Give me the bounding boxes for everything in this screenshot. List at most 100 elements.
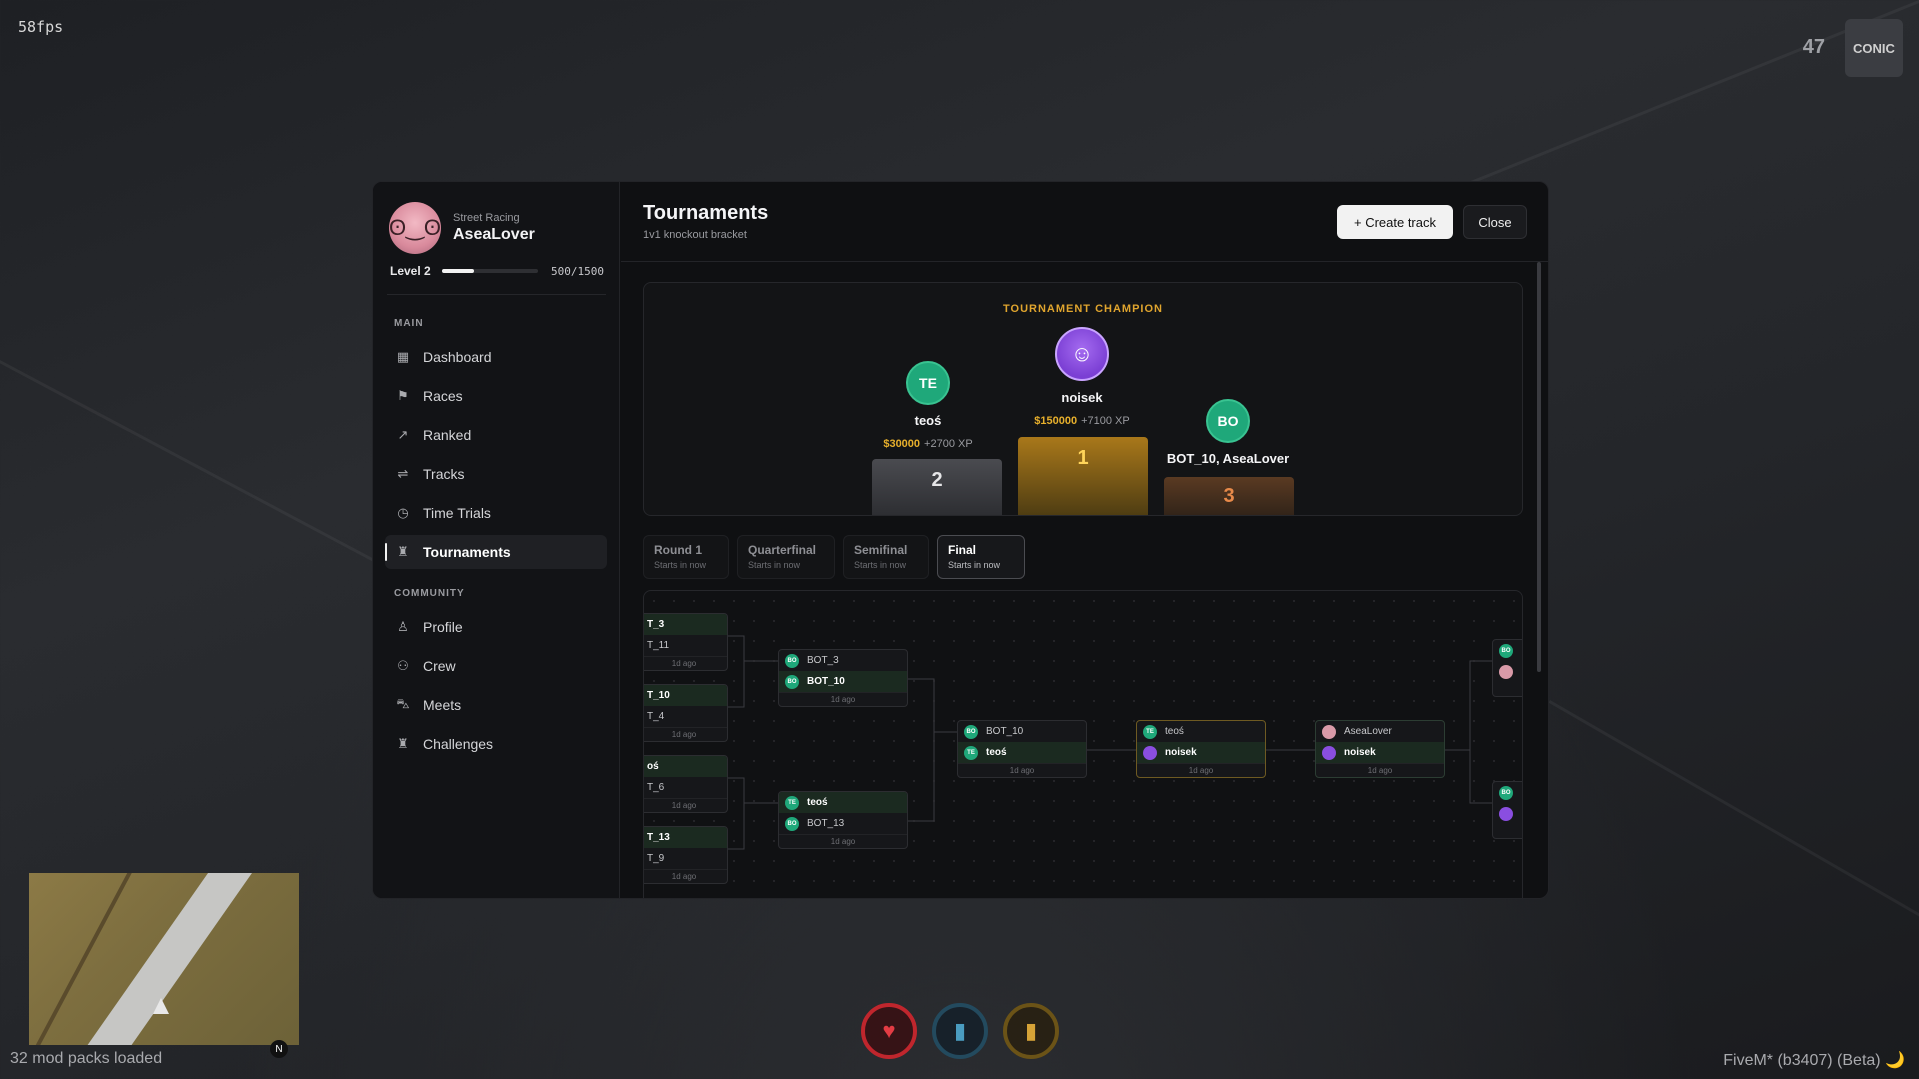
match-slot: BO BOT_10 bbox=[779, 671, 907, 692]
sidebar-item-label: Challenges bbox=[423, 736, 494, 752]
client-version: FiveM* (b3407) (Beta) 🌙 bbox=[1723, 1052, 1905, 1069]
player-avatar-icon bbox=[1499, 664, 1513, 679]
player-name: BOT_10 bbox=[807, 676, 845, 687]
sidebar-item-label: Dashboard bbox=[423, 349, 492, 365]
player-avatar-icon bbox=[1143, 745, 1157, 760]
xp-progress-bar bbox=[442, 269, 538, 273]
sidebar-item-races[interactable]: ⚑ Races bbox=[385, 379, 607, 413]
player-name: BOT_3 bbox=[807, 655, 839, 666]
bot-avatar-icon: BO bbox=[785, 816, 799, 831]
bot-avatar-icon: BO bbox=[785, 674, 799, 689]
sidebar-item-label: Crew bbox=[423, 658, 456, 674]
tab-semifinal[interactable]: Semifinal Starts in now bbox=[843, 535, 929, 579]
bot-avatar-icon: BO bbox=[1499, 643, 1513, 658]
champion-title: TOURNAMENT CHAMPION bbox=[1003, 303, 1163, 315]
sidebar-item-ranked[interactable]: ↗ Ranked bbox=[385, 418, 607, 452]
match-slot: TE teoś bbox=[1137, 721, 1265, 742]
player-avatar-icon bbox=[1322, 724, 1336, 739]
tab-time: Starts in now bbox=[654, 560, 707, 570]
level-row: Level 2 500/1500 bbox=[390, 264, 604, 278]
bot-avatar-icon: BO bbox=[964, 724, 978, 739]
sidebar-item-label: Races bbox=[423, 388, 463, 404]
sidebar-item-profile[interactable]: ♙ Profile bbox=[385, 610, 607, 644]
racing-app-panel: ʘ‿ʘ Street Racing AseaLover Level 2 500/… bbox=[372, 181, 1549, 899]
tab-final[interactable]: Final Starts in now bbox=[937, 535, 1025, 579]
sidebar-item-label: Tracks bbox=[423, 466, 465, 482]
user-icon: ♙ bbox=[397, 619, 409, 634]
sidebar-item-tournaments[interactable]: ♜ Tournaments bbox=[385, 535, 607, 569]
player-name: teoś bbox=[1165, 726, 1184, 737]
match-time: 1d ago bbox=[644, 656, 727, 670]
tab-label: Round 1 bbox=[654, 543, 702, 557]
sidebar-item-time-trials[interactable]: ◷ Time Trials bbox=[385, 496, 607, 530]
sidebar-item-label: Meets bbox=[423, 697, 462, 713]
match-right-2[interactable]: BO bbox=[1492, 781, 1522, 839]
match-qf-2[interactable]: TE teoś BO BOT_13 1d ago bbox=[778, 791, 908, 849]
trend-icon: ↗ bbox=[397, 427, 409, 442]
match-r1-3[interactable]: oś T_6 1d ago bbox=[644, 755, 728, 813]
server-logo: CONIC bbox=[1845, 19, 1903, 77]
page-header: Tournaments 1v1 knockout bracket + Creat… bbox=[621, 182, 1548, 262]
sidebar-item-challenges[interactable]: ♜ Challenges bbox=[385, 727, 607, 761]
match-grand[interactable]: AseaLover noisek 1d ago bbox=[1315, 720, 1445, 778]
xp-value: 500/1500 bbox=[551, 264, 604, 278]
bot-avatar-icon: BO bbox=[785, 653, 799, 668]
tab-quarterfinal[interactable]: Quarterfinal Starts in now bbox=[737, 535, 835, 579]
player-id: 47 bbox=[1802, 36, 1825, 58]
armor-icon: ▮ bbox=[932, 1003, 988, 1059]
match-slot: T_9 bbox=[647, 853, 665, 864]
match-slot: BO BOT_13 bbox=[779, 813, 907, 834]
match-right-1[interactable]: BO bbox=[1492, 639, 1522, 697]
player-avatar-icon: TE bbox=[964, 745, 978, 760]
second-place-xp: +2700 XP bbox=[924, 438, 973, 450]
sidebar-item-label: Time Trials bbox=[423, 505, 491, 521]
scrollbar[interactable] bbox=[1537, 262, 1541, 672]
match-time: 1d ago bbox=[644, 727, 727, 741]
round-tabs: Round 1 Starts in now Quarterfinal Start… bbox=[643, 535, 1033, 579]
second-place-avatar: TE bbox=[906, 361, 950, 405]
player-name: teoś bbox=[807, 797, 828, 808]
tab-label: Final bbox=[948, 543, 977, 557]
close-button[interactable]: Close bbox=[1463, 205, 1527, 239]
player-name: teoś bbox=[986, 747, 1007, 758]
match-qf-1[interactable]: BO BOT_3 BO BOT_10 1d ago bbox=[778, 649, 908, 707]
player-avatar-icon bbox=[1322, 745, 1336, 760]
match-slot: TE teoś bbox=[779, 792, 907, 813]
match-slot: BO bbox=[1493, 640, 1522, 661]
bracket-view[interactable]: T_3 T_11 1d ago T_10 T_4 1d ago oś T_6 1… bbox=[643, 590, 1523, 898]
route-icon: ⇌ bbox=[397, 466, 409, 481]
match-semifinal[interactable]: BO BOT_10 TE teoś 1d ago bbox=[957, 720, 1087, 778]
sidebar-item-dashboard[interactable]: ▦ Dashboard bbox=[385, 340, 607, 374]
match-time: 1d ago bbox=[958, 763, 1086, 777]
match-time: 1d ago bbox=[644, 869, 727, 883]
player-avatar-icon: TE bbox=[1143, 724, 1157, 739]
bot-avatar-icon: BO bbox=[1499, 785, 1513, 800]
main-content: Tournaments 1v1 knockout bracket + Creat… bbox=[621, 182, 1548, 898]
stamina-icon: ▮ bbox=[1003, 1003, 1059, 1059]
match-final[interactable]: TE teoś noisek 1d ago bbox=[1136, 720, 1266, 778]
tab-round-1[interactable]: Round 1 Starts in now bbox=[643, 535, 729, 579]
health-icon: ♥ bbox=[861, 1003, 917, 1059]
sidebar: ʘ‿ʘ Street Racing AseaLover Level 2 500/… bbox=[373, 182, 620, 898]
match-slot: noisek bbox=[1137, 742, 1265, 763]
minimap bbox=[29, 873, 299, 1045]
profile-card[interactable]: ʘ‿ʘ Street Racing AseaLover bbox=[389, 202, 535, 254]
match-slot: oś bbox=[644, 756, 727, 777]
match-r1-1[interactable]: T_3 T_11 1d ago bbox=[644, 613, 728, 671]
player-name: AseaLover bbox=[1344, 726, 1392, 737]
match-r1-2[interactable]: T_10 T_4 1d ago bbox=[644, 684, 728, 742]
nav-section-main: MAIN bbox=[394, 318, 424, 329]
sidebar-item-meets[interactable]: ⛍ Meets bbox=[385, 688, 607, 722]
match-r1-4[interactable]: T_13 T_9 1d ago bbox=[644, 826, 728, 884]
trophy-icon: ♜ bbox=[397, 736, 409, 751]
page-subtitle: 1v1 knockout bracket bbox=[643, 229, 747, 241]
road-marking bbox=[1548, 700, 1919, 953]
match-slot: T_4 bbox=[647, 711, 665, 722]
clock-icon: ◷ bbox=[397, 505, 409, 520]
grid-icon: ▦ bbox=[396, 349, 410, 364]
compass-north-icon: N bbox=[270, 1040, 288, 1058]
create-track-button[interactable]: + Create track bbox=[1337, 205, 1453, 239]
sidebar-item-tracks[interactable]: ⇌ Tracks bbox=[385, 457, 607, 491]
sidebar-item-crew[interactable]: ⚇ Crew bbox=[385, 649, 607, 683]
player-name: BOT_13 bbox=[807, 818, 845, 829]
